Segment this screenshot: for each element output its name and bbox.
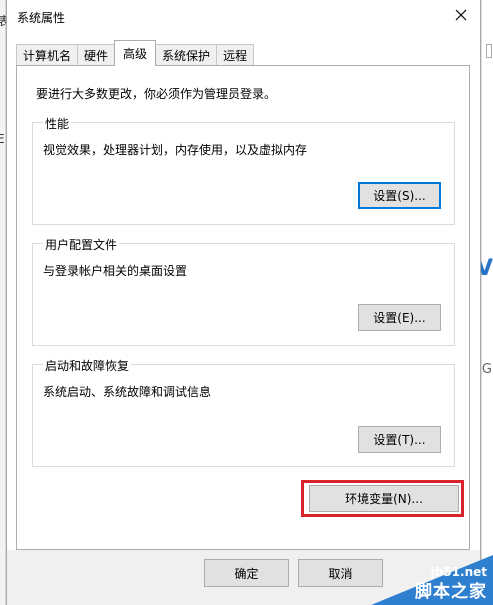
tab-system-protection[interactable]: 系统保护	[155, 44, 218, 66]
advanced-tab-panel: 要进行大多数更改，你必须作为管理员登录。 性能 视觉效果，处理器计划，内存使用，…	[16, 65, 470, 550]
tab-computer-name[interactable]: 计算机名	[16, 44, 79, 66]
performance-description: 视觉效果，处理器计划，内存使用，以及虚拟内存	[43, 143, 308, 157]
performance-group: 性能 视觉效果，处理器计划，内存使用，以及虚拟内存 设置(S)...	[32, 115, 455, 225]
close-button[interactable]	[448, 3, 474, 29]
tab-hardware[interactable]: 硬件	[77, 44, 116, 66]
background-window-right-edge: V G	[476, 0, 493, 605]
user-profiles-legend: 用户配置文件	[43, 236, 120, 253]
title-bar[interactable]: 系统属性	[7, 0, 480, 32]
background-scroll-fragment	[486, 44, 492, 58]
ok-button[interactable]: 确定	[204, 559, 289, 587]
system-properties-dialog: 系统属性 计算机名 硬件 高级 系统保护 远程 要进行大多数更改，你必须作为管理…	[6, 0, 481, 605]
startup-recovery-group: 启动和故障恢复 系统启动、系统故障和调试信息 设置(T)...	[32, 357, 455, 467]
tab-strip: 计算机名 硬件 高级 系统保护 远程	[16, 40, 255, 66]
site-watermark: jb51.net 脚本之家	[371, 555, 493, 605]
window-title: 系统属性	[17, 11, 66, 25]
tab-advanced[interactable]: 高级	[114, 40, 157, 66]
tab-remote[interactable]: 远程	[216, 44, 255, 66]
admin-notice: 要进行大多数更改，你必须作为管理员登录。	[36, 87, 277, 101]
performance-legend: 性能	[43, 115, 72, 132]
user-profiles-group: 用户配置文件 与登录帐户相关的桌面设置 设置(E)...	[32, 236, 455, 346]
highlight-annotation	[301, 480, 464, 517]
startup-recovery-legend: 启动和故障恢复	[43, 357, 132, 374]
user-profiles-description: 与登录帐户相关的桌面设置	[43, 264, 188, 278]
startup-recovery-settings-button[interactable]: 设置(T)...	[358, 426, 441, 453]
background-glyph: E	[0, 132, 5, 146]
background-glyph: G	[481, 362, 492, 377]
close-icon	[455, 9, 467, 24]
watermark-name: 脚本之家	[415, 582, 487, 602]
startup-recovery-description: 系统启动、系统故障和调试信息	[43, 385, 212, 399]
performance-settings-button[interactable]: 设置(S)...	[358, 182, 441, 209]
user-profiles-settings-button[interactable]: 设置(E)...	[358, 304, 441, 331]
